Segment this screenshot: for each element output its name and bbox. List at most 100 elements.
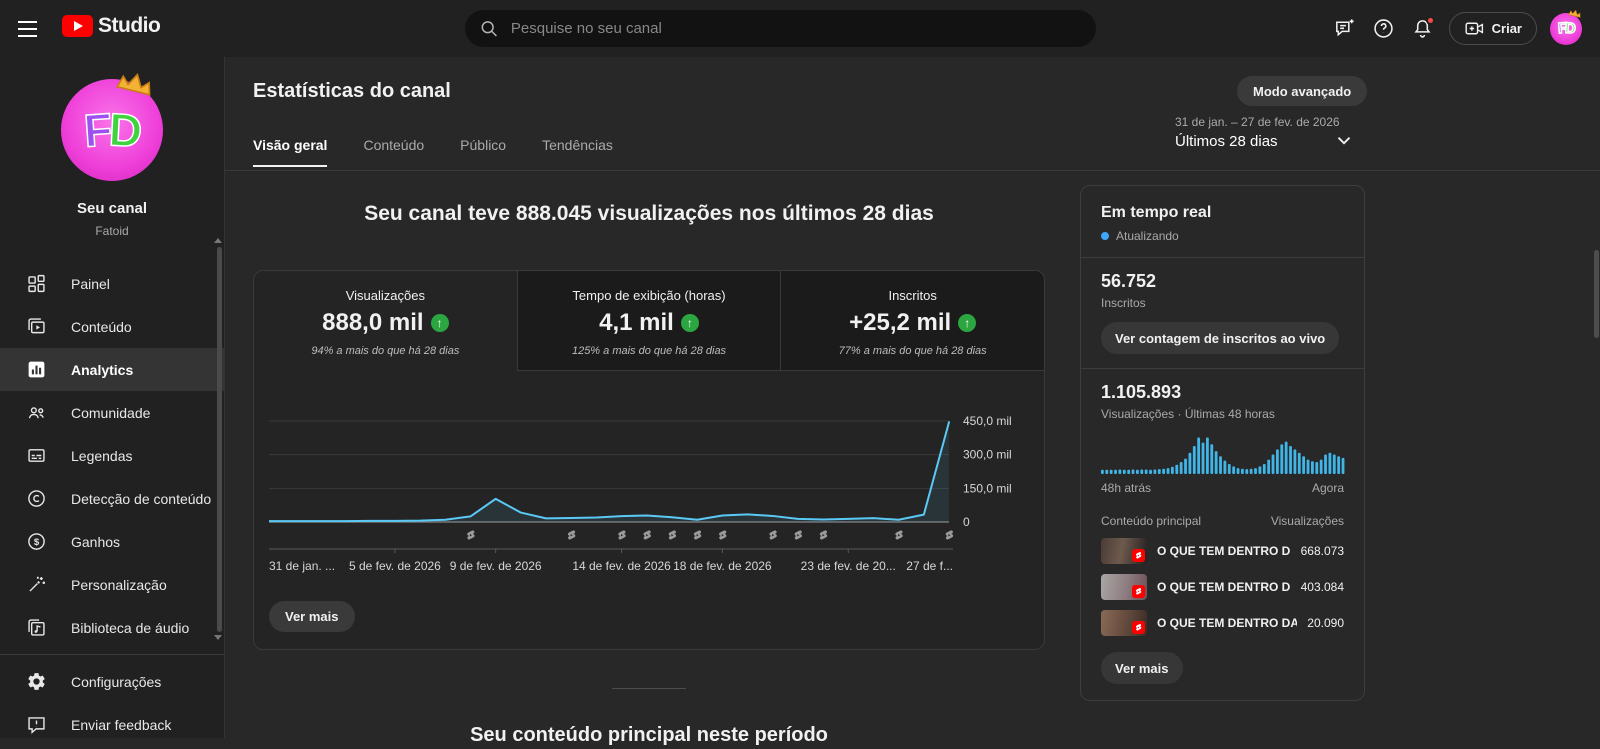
youtube-play-icon bbox=[62, 15, 93, 37]
top-content-row[interactable]: O QUE TEM DENTRO DA... 20.090 bbox=[1101, 610, 1344, 636]
trend-up-icon: ↑ bbox=[958, 314, 977, 332]
sidebar-item-configuracoes[interactable]: Configurações bbox=[0, 660, 224, 703]
channel-label: Seu canal bbox=[76, 200, 148, 217]
topbar: Studio Criar bbox=[0, 0, 1600, 57]
sidebar-item-personalizacao[interactable]: Personalização bbox=[0, 563, 224, 606]
main-content: Estatísticas do canal Modo avançado 31 d… bbox=[225, 57, 1600, 746]
overview-headline: Seu canal teve 888.045 visualizações nos… bbox=[364, 202, 934, 225]
settings-icon bbox=[28, 673, 45, 690]
youtube-studio-app: { "topbar": { "product_name": "Studio", … bbox=[0, 0, 1600, 746]
sidebar-item-painel[interactable]: Painel bbox=[0, 262, 224, 305]
copyright-icon bbox=[28, 490, 45, 507]
sidebar-item-legendas[interactable]: Legendas bbox=[0, 434, 224, 477]
studio-wordmark: Studio bbox=[98, 14, 161, 37]
sidebar-item-conteudo[interactable]: Conteúdo bbox=[0, 305, 224, 348]
sidebar-item-biblioteca-audio[interactable]: Biblioteca de áudio bbox=[0, 606, 224, 649]
crown-icon bbox=[1568, 9, 1581, 18]
feedback-icon bbox=[28, 717, 45, 734]
sidebar-item-ganhos[interactable]: $ Ganhos bbox=[0, 520, 224, 563]
divider bbox=[1081, 257, 1364, 258]
search-icon bbox=[481, 21, 497, 37]
divider bbox=[1081, 368, 1364, 369]
svg-text:18 de fev. de 2026: 18 de fev. de 2026 bbox=[673, 559, 772, 573]
customization-icon bbox=[29, 576, 45, 592]
subscriber-count: 56.752 bbox=[1101, 271, 1157, 291]
realtime-status: Atualizando bbox=[1116, 229, 1179, 243]
monetization-icon: $ bbox=[28, 533, 45, 550]
views-line-chart: 0 150,0 mil 300,0 mil 450,0 mil 31 de jan. .… bbox=[268, 386, 1031, 581]
channel-name: Fatoid bbox=[95, 224, 129, 238]
views-48h-bar-chart bbox=[1101, 434, 1345, 479]
notification-dot bbox=[1425, 15, 1435, 25]
menu-icon[interactable] bbox=[16, 17, 40, 41]
svg-text:$: $ bbox=[34, 537, 40, 548]
svg-text:9 de fev. de 2026: 9 de fev. de 2026 bbox=[450, 559, 542, 573]
shorts-badge-icon bbox=[1132, 585, 1145, 598]
scrollbar-arrow-down[interactable] bbox=[214, 635, 222, 640]
tab-conteudo[interactable]: Conteúdo bbox=[363, 137, 424, 167]
sidebar-item-deteccao[interactable]: Detecção de conteúdo bbox=[0, 477, 224, 520]
views-48h-label: Visualizações · Últimas 48 horas bbox=[1101, 407, 1275, 421]
sidebar-item-enviar-feedback[interactable]: Enviar feedback bbox=[0, 703, 224, 746]
svg-text:5 de fev. de 2026: 5 de fev. de 2026 bbox=[349, 559, 441, 573]
dashboard-icon bbox=[28, 274, 45, 293]
notifications-icon[interactable] bbox=[1410, 15, 1436, 42]
trend-up-icon: ↑ bbox=[680, 314, 699, 332]
svg-text:23 de fev. de 20...: 23 de fev. de 20... bbox=[801, 559, 896, 573]
video-plus-icon bbox=[1465, 22, 1483, 35]
section-divider bbox=[612, 688, 686, 689]
crown-icon bbox=[115, 72, 151, 96]
tabs-divider bbox=[225, 170, 1600, 171]
realtime-card: Em tempo real Atualizando 56.752 Inscrit… bbox=[1080, 185, 1365, 701]
analytics-card: Visualizações 888,0 mil ↑ 94% a mais do q… bbox=[253, 270, 1045, 650]
live-subscriber-count-button[interactable]: Ver contagem de inscritos ao vivo bbox=[1101, 322, 1340, 354]
metric-tab-tempo-exibicao[interactable]: Tempo de exibição (horas) 4,1 mil ↑ 125% … bbox=[516, 271, 781, 371]
subscriber-label: Inscritos bbox=[1101, 296, 1146, 310]
next-section-heading: Seu conteúdo principal neste período bbox=[470, 724, 828, 746]
create-button[interactable]: Criar bbox=[1448, 12, 1537, 45]
search-bar[interactable] bbox=[465, 10, 1096, 47]
trend-up-icon: ↑ bbox=[430, 314, 449, 332]
page-scrollbar[interactable] bbox=[1594, 250, 1599, 338]
community-icon bbox=[28, 407, 44, 419]
tab-tendencias[interactable]: Tendências bbox=[542, 137, 613, 167]
tab-visao-geral[interactable]: Visão geral bbox=[253, 137, 328, 167]
svg-text:14 de fev. de 2026: 14 de fev. de 2026 bbox=[572, 559, 671, 573]
whats-new-icon[interactable] bbox=[1332, 16, 1358, 42]
views-48h-count: 1.105.893 bbox=[1101, 382, 1182, 402]
top-content-row[interactable]: O QUE TEM DENTRO D... 403.084 bbox=[1101, 574, 1344, 600]
scrollbar-arrow-up[interactable] bbox=[214, 238, 222, 243]
date-range-text: 31 de jan. – 27 de fev. de 2026 bbox=[1175, 115, 1340, 129]
channel-avatar[interactable]: FD bbox=[61, 72, 163, 181]
video-thumbnail bbox=[1101, 610, 1147, 636]
sidebar-item-analytics[interactable]: Analytics bbox=[0, 348, 224, 391]
page-title: Estatísticas do canal bbox=[253, 80, 451, 102]
metric-tab-visualizacoes[interactable]: Visualizações 888,0 mil ↑ 94% a mais do q… bbox=[254, 271, 517, 371]
see-more-button[interactable]: Ver mais bbox=[269, 601, 355, 632]
chevron-down-icon[interactable] bbox=[1333, 129, 1355, 151]
shorts-badge-icon bbox=[1132, 549, 1145, 562]
svg-text:27 de f...: 27 de f... bbox=[906, 559, 953, 573]
sidebar: FD Seu canal Fatoid Painel Conteúdo Anal… bbox=[0, 57, 225, 738]
advanced-mode-button[interactable]: Modo avançado bbox=[1237, 76, 1368, 106]
sidebar-scrollbar[interactable] bbox=[217, 247, 222, 632]
top-content-row[interactable]: O QUE TEM DENTRO D... 668.073 bbox=[1101, 538, 1344, 564]
content-icon bbox=[28, 318, 45, 334]
svg-text:31 de jan. ...: 31 de jan. ... bbox=[269, 559, 335, 573]
tab-publico[interactable]: Público bbox=[460, 137, 506, 167]
video-thumbnail bbox=[1101, 574, 1147, 600]
help-icon[interactable] bbox=[1371, 16, 1397, 42]
svg-text:300,0 mil: 300,0 mil bbox=[963, 448, 1012, 462]
search-input[interactable] bbox=[510, 20, 1082, 37]
metric-tabs: Visualizações 888,0 mil ↑ 94% a mais do q… bbox=[254, 271, 1044, 371]
youtube-studio-logo[interactable]: Studio bbox=[62, 14, 161, 38]
svg-text:150,0 mil: 150,0 mil bbox=[963, 481, 1012, 495]
spark-start-label: 48h atrás bbox=[1101, 481, 1152, 495]
account-avatar[interactable]: FD bbox=[1550, 9, 1582, 45]
realtime-title: Em tempo real bbox=[1101, 204, 1212, 221]
realtime-see-more-button[interactable]: Ver mais bbox=[1101, 652, 1183, 684]
metric-tab-inscritos[interactable]: Inscritos +25,2 mil ↑ 77% a mais do que h… bbox=[780, 271, 1044, 371]
sidebar-item-comunidade[interactable]: Comunidade bbox=[0, 391, 224, 434]
date-preset-text: Últimos 28 dias bbox=[1175, 133, 1278, 150]
date-range-selector[interactable]: 31 de jan. – 27 de fev. de 2026 Últimos … bbox=[1175, 115, 1340, 150]
